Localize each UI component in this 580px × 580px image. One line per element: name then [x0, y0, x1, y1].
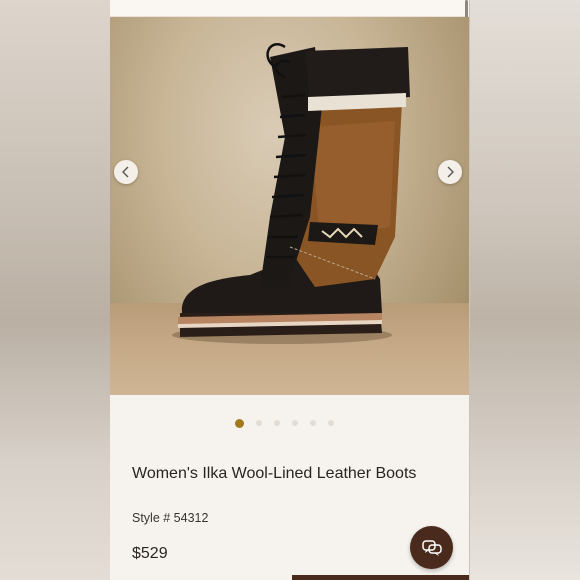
top-strip: [110, 0, 469, 22]
product-price: $529: [132, 545, 168, 562]
product-style-number: Style # 54312: [132, 511, 209, 525]
pagination-dot-active[interactable]: [235, 419, 244, 428]
boot-illustration: [172, 43, 410, 344]
image-pagination: [110, 419, 469, 428]
product-title: Women's Ilka Wool-Lined Leather Boots: [132, 465, 417, 482]
chevron-left-icon: [122, 166, 129, 178]
pagination-dot[interactable]: [328, 420, 334, 426]
pagination-dot[interactable]: [310, 420, 316, 426]
next-image-button[interactable]: [438, 160, 462, 184]
background-right: [470, 0, 580, 580]
chat-bubbles-icon: [421, 539, 442, 556]
chevron-right-icon: [447, 166, 454, 178]
background-left: [0, 0, 110, 580]
chat-button[interactable]: [410, 526, 453, 569]
previous-image-button[interactable]: [114, 160, 138, 184]
product-page: Women's Ilka Wool-Lined Leather Boots St…: [110, 0, 469, 580]
bottom-action-bar[interactable]: [292, 575, 469, 580]
pagination-dot[interactable]: [292, 420, 298, 426]
product-image[interactable]: [110, 17, 469, 395]
pagination-dot[interactable]: [274, 420, 280, 426]
pagination-dot[interactable]: [256, 420, 262, 426]
